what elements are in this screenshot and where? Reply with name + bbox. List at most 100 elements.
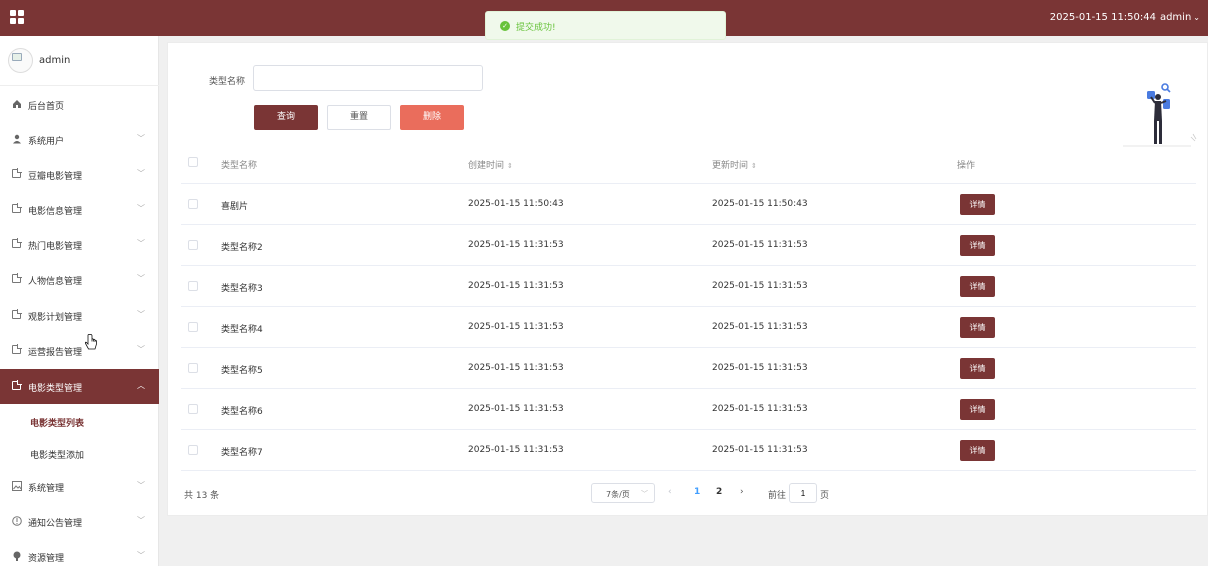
- header-created-time[interactable]: 创建时间 ⇕: [468, 158, 513, 171]
- sidebar-item-label: 电影类型管理: [28, 384, 83, 394]
- user-menu[interactable]: admin ⌄: [1160, 12, 1200, 23]
- avatar: [8, 48, 33, 73]
- row-checkbox[interactable]: [188, 240, 198, 250]
- resource-icon: [12, 551, 22, 561]
- cell-type-name: 喜剧片: [221, 202, 249, 212]
- sidebar-item-reports[interactable]: 运营报告管理 ﹀: [0, 333, 159, 368]
- sidebar-item-system-admin[interactable]: 系统管理 ﹀: [0, 469, 159, 504]
- chevron-down-icon: ﹀: [137, 239, 145, 248]
- sidebar-username: admin: [39, 55, 71, 66]
- row-checkbox[interactable]: [188, 363, 198, 373]
- goto-page-input[interactable]: [789, 483, 817, 503]
- table-body: 喜剧片 2025-01-15 11:50:43 2025-01-15 11:50:4…: [181, 184, 1196, 471]
- sidebar-item-label: 观影计划管理: [28, 313, 83, 323]
- doc-icon: [12, 238, 22, 248]
- header-created-label: 创建时间: [468, 161, 505, 171]
- sidebar-item-people[interactable]: 人物信息管理 ﹀: [0, 262, 159, 297]
- hand-cursor-icon: [84, 334, 97, 350]
- detail-button[interactable]: 详情: [960, 399, 995, 420]
- prev-page-button[interactable]: ‹: [668, 487, 672, 497]
- row-checkbox[interactable]: [188, 281, 198, 291]
- menu-grid-icon[interactable]: [10, 10, 24, 24]
- sidebar-item-movie-info[interactable]: 电影信息管理 ﹀: [0, 192, 159, 227]
- table-row: 类型名称3 2025-01-15 11:31:53 2025-01-15 11:31…: [181, 266, 1196, 307]
- page-1-button[interactable]: 1: [694, 487, 700, 497]
- detail-button[interactable]: 详情: [960, 194, 995, 215]
- sidebar-item-label: 人物信息管理: [28, 277, 83, 287]
- sidebar-subitem-label: 电影类型添加: [30, 451, 85, 461]
- sidebar-item-douban[interactable]: 豆瓣电影管理 ﹀: [0, 157, 159, 192]
- sidebar-item-label: 豆瓣电影管理: [28, 172, 83, 182]
- sort-icon: ⇕: [507, 162, 513, 170]
- sidebar-item-movie-types[interactable]: 电影类型管理 ︿: [0, 369, 159, 404]
- total-count: 共 13 条: [184, 491, 220, 501]
- sidebar-subitem-type-list[interactable]: 电影类型列表: [0, 405, 159, 437]
- sidebar-subitem-type-add[interactable]: 电影类型添加: [0, 437, 159, 469]
- user-icon: [12, 134, 22, 144]
- cell-type-name: 类型名称3: [221, 284, 263, 294]
- cell-created-time: 2025-01-15 11:31:53: [468, 404, 564, 414]
- success-icon: ✓: [500, 21, 510, 31]
- row-checkbox[interactable]: [188, 199, 198, 209]
- cell-type-name: 类型名称5: [221, 366, 263, 376]
- chevron-down-icon: ⌄: [1193, 13, 1200, 22]
- page-size-select[interactable]: 7条/页 ﹀: [591, 483, 655, 503]
- row-checkbox[interactable]: [188, 322, 198, 332]
- sort-icon: ⇕: [751, 162, 757, 170]
- header-type-name: 类型名称: [221, 161, 258, 171]
- type-name-input[interactable]: [253, 65, 483, 91]
- detail-button[interactable]: 详情: [960, 235, 995, 256]
- sidebar-item-resources[interactable]: 资源管理 ﹀: [0, 539, 159, 566]
- sidebar-item-hot-movies[interactable]: 热门电影管理 ﹀: [0, 227, 159, 262]
- chevron-down-icon: ﹀: [137, 310, 145, 319]
- detail-button[interactable]: 详情: [960, 440, 995, 461]
- cell-type-name: 类型名称4: [221, 325, 263, 335]
- doc-icon: [12, 273, 22, 283]
- row-checkbox[interactable]: [188, 404, 198, 414]
- types-table: 类型名称 创建时间 ⇕ 更新时间 ⇕ 操作 喜剧片 2025-01-15 11:50:…: [181, 143, 1196, 471]
- table-row: 类型名称5 2025-01-15 11:31:53 2025-01-15 11:31…: [181, 348, 1196, 389]
- sidebar-item-watch-plan[interactable]: 观影计划管理 ﹀: [0, 298, 159, 333]
- home-icon: [12, 99, 22, 109]
- main-panel: 类型名称 查询 重置 删除 类型名称 创建时间 ⇕ 更新时间 ⇕ 操作 喜剧片 202…: [167, 42, 1208, 516]
- detail-button[interactable]: 详情: [960, 358, 995, 379]
- chevron-down-icon: ﹀: [137, 274, 145, 283]
- sidebar-item-label: 电影信息管理: [28, 207, 83, 217]
- header-updated-time[interactable]: 更新时间 ⇕: [712, 158, 757, 171]
- cell-updated-time: 2025-01-15 11:31:53: [712, 445, 808, 455]
- sidebar-item-home[interactable]: 后台首页: [0, 87, 159, 122]
- delete-button[interactable]: 删除: [400, 105, 464, 130]
- doc-icon: [12, 380, 22, 390]
- cell-type-name: 类型名称2: [221, 243, 263, 253]
- chevron-down-icon: ﹀: [137, 481, 145, 490]
- select-all-checkbox[interactable]: [188, 157, 198, 167]
- sidebar-item-label: 通知公告管理: [28, 519, 83, 529]
- page-2-button[interactable]: 2: [716, 487, 722, 497]
- doc-icon: [12, 344, 22, 354]
- doc-icon: [12, 309, 22, 319]
- chevron-down-icon: ﹀: [641, 490, 648, 498]
- search-label: 类型名称: [209, 77, 246, 87]
- image-icon: [12, 481, 22, 491]
- reset-button[interactable]: 重置: [327, 105, 391, 130]
- cell-type-name: 类型名称6: [221, 407, 263, 417]
- query-button[interactable]: 查询: [254, 105, 318, 130]
- sidebar-item-label: 资源管理: [28, 554, 65, 564]
- next-page-button[interactable]: ›: [740, 487, 744, 497]
- cell-updated-time: 2025-01-15 11:31:53: [712, 404, 808, 414]
- sidebar-item-system-users[interactable]: 系统用户 ﹀: [0, 122, 159, 157]
- chevron-down-icon: ﹀: [137, 204, 145, 213]
- detail-button[interactable]: 详情: [960, 276, 995, 297]
- detail-button[interactable]: 详情: [960, 317, 995, 338]
- sidebar-item-notices[interactable]: 通知公告管理 ﹀: [0, 504, 159, 539]
- doc-icon: [12, 168, 22, 178]
- goto-label: 前往: [768, 491, 787, 501]
- row-checkbox[interactable]: [188, 445, 198, 455]
- chevron-down-icon: ﹀: [137, 134, 145, 143]
- table-row: 类型名称4 2025-01-15 11:31:53 2025-01-15 11:31…: [181, 307, 1196, 348]
- sidebar-item-label: 后台首页: [28, 102, 65, 112]
- goto-suffix: 页: [820, 491, 830, 501]
- sidebar-item-label: 热门电影管理: [28, 242, 83, 252]
- toast-message: 提交成功!: [516, 23, 556, 33]
- chevron-down-icon: ﹀: [137, 345, 145, 354]
